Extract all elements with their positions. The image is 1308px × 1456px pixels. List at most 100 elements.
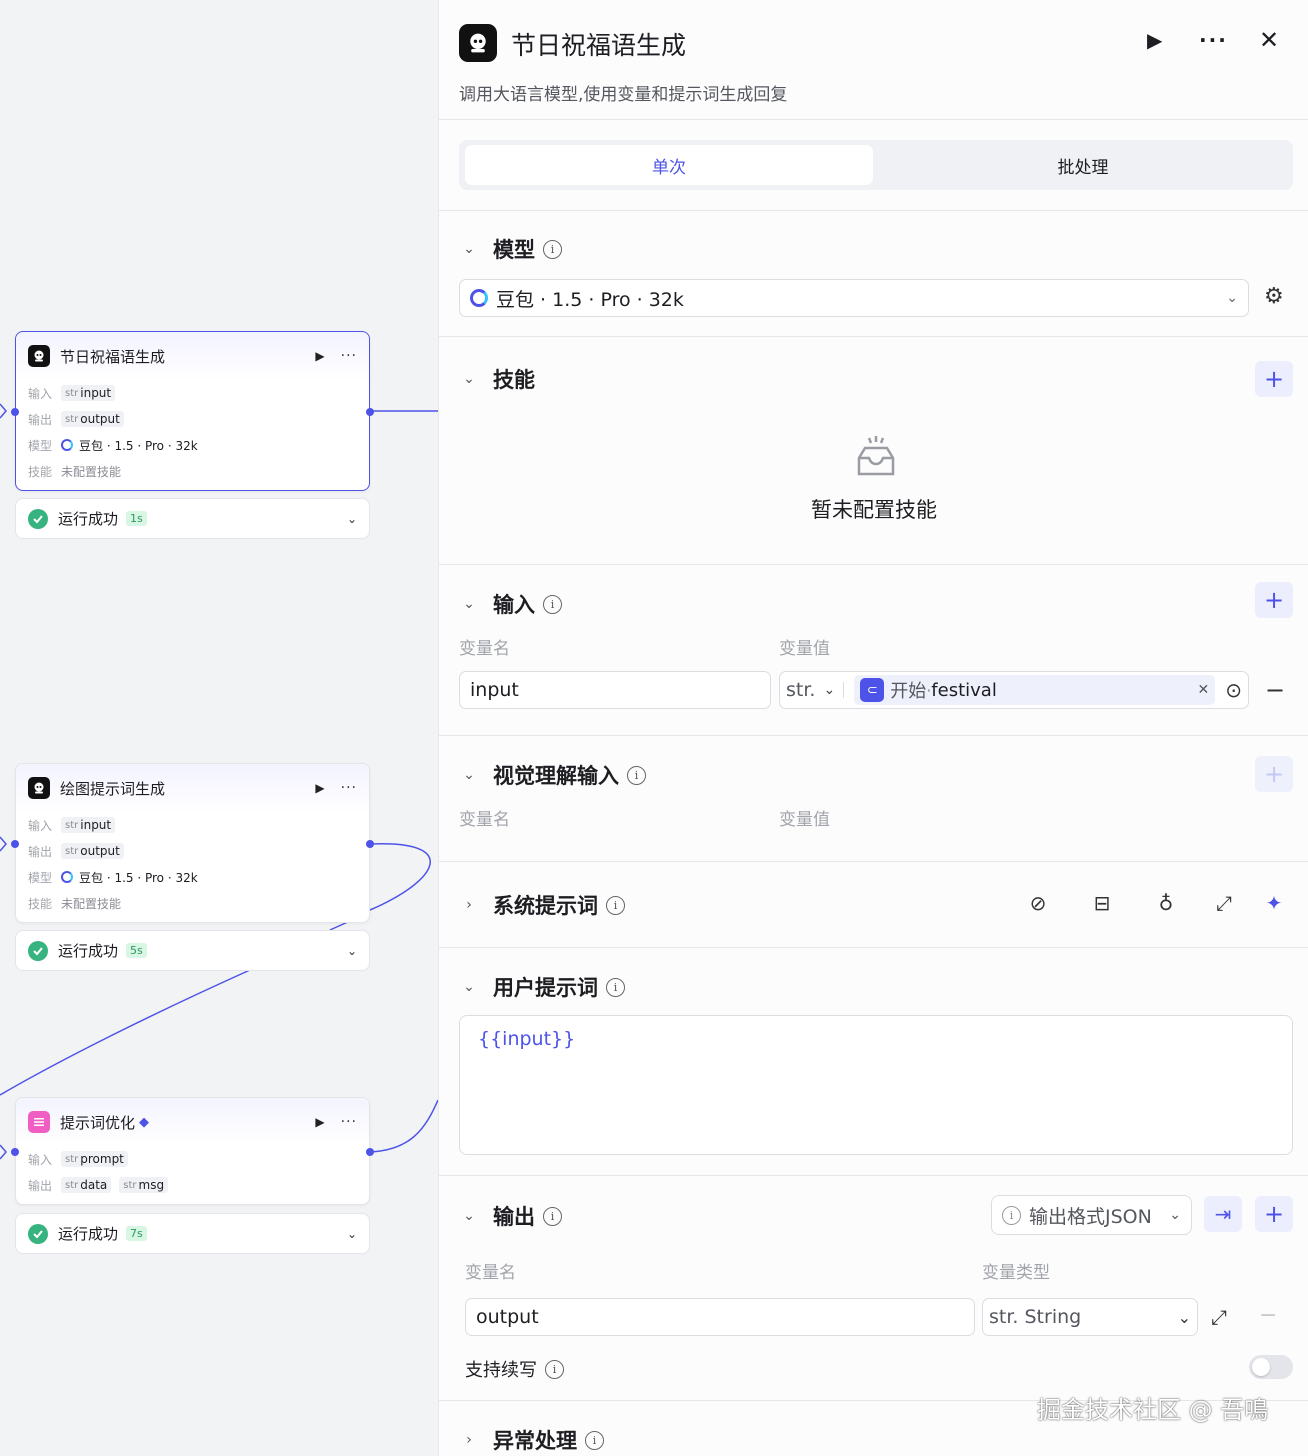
chevron-down-icon[interactable]: ⌄ xyxy=(347,512,357,526)
tab-single[interactable]: 单次 xyxy=(465,145,873,185)
input-port[interactable] xyxy=(11,1148,19,1156)
more-icon[interactable]: ··· xyxy=(1199,28,1228,52)
info-icon[interactable]: i xyxy=(627,765,646,785)
info-icon[interactable]: i xyxy=(606,977,625,997)
info-icon: i xyxy=(1002,1205,1021,1225)
chevron-down-icon[interactable]: ⌄ xyxy=(459,1208,479,1224)
info-icon[interactable]: i xyxy=(543,1206,562,1226)
input-label: 输入 xyxy=(28,1152,53,1167)
add-skill-button[interactable]: + xyxy=(1255,361,1293,397)
expand-icon[interactable]: ⤢ xyxy=(1211,890,1237,916)
node-title: 节日祝福语生成 xyxy=(60,347,166,366)
chevron-right-icon[interactable]: › xyxy=(459,1432,479,1448)
info-icon[interactable]: i xyxy=(543,594,562,614)
output-tag: str output xyxy=(61,411,124,427)
section-output-header[interactable]: ⌄ 输出 i xyxy=(459,1201,562,1231)
output-type-select[interactable]: str. String ⌄ xyxy=(982,1298,1198,1336)
edge-node2-to-node3 xyxy=(0,969,251,1096)
skill-label: 技能 xyxy=(28,896,53,911)
section-vision-header[interactable]: ⌄ 视觉理解输入 i xyxy=(459,760,646,790)
close-icon[interactable]: ✕ xyxy=(1259,26,1279,54)
output-port[interactable] xyxy=(366,1148,374,1156)
panel-description[interactable]: 调用大语言模型,使用变量和提示词生成回复 xyxy=(459,80,787,105)
compass-icon[interactable]: ⊘ xyxy=(1025,890,1051,916)
chevron-down-icon[interactable]: ⌄ xyxy=(459,241,479,257)
info-icon[interactable]: i xyxy=(543,239,562,259)
run-icon[interactable]: ▶ xyxy=(1147,28,1162,52)
chevron-down-icon[interactable]: ⌄ xyxy=(459,979,479,995)
section-input-header[interactable]: ⌄ 输入 i xyxy=(459,589,562,619)
success-check-icon xyxy=(28,1223,48,1244)
bulb-icon[interactable]: ♁ xyxy=(1153,890,1179,916)
run-node-icon[interactable]: ▶ xyxy=(315,1115,324,1129)
more-icon[interactable]: ··· xyxy=(341,780,357,796)
prompt-library-icon[interactable]: ⊟ xyxy=(1089,890,1115,916)
divider xyxy=(439,564,1308,565)
remove-input-icon[interactable]: − xyxy=(1265,676,1285,704)
run-status-bar[interactable]: 运行成功 7s ⌄ xyxy=(15,1213,370,1254)
variable-reference-tag[interactable]: ⊂ 开始 · festival ✕ xyxy=(854,675,1216,705)
add-input-button[interactable]: + xyxy=(1255,582,1293,618)
output-tag: str msg xyxy=(119,1177,169,1193)
model-label: 模型 xyxy=(28,870,53,885)
input-port[interactable] xyxy=(11,840,19,848)
input-port[interactable] xyxy=(11,408,19,416)
section-error-handling-header[interactable]: › 异常处理 i xyxy=(459,1425,604,1455)
section-model-header[interactable]: ⌄ 模型 i xyxy=(459,234,562,264)
import-output-button[interactable]: ⇥ xyxy=(1204,1196,1242,1232)
run-node-icon[interactable]: ▶ xyxy=(315,781,324,795)
input-var-name-field[interactable]: input xyxy=(459,671,771,709)
start-node-icon: ⊂ xyxy=(860,678,885,702)
workflow-canvas[interactable]: 节日祝福语生成 ▶ ··· 输入 str input 输出 str output 模型豆… xyxy=(0,0,438,1456)
output-format-select[interactable]: i 输出格式JSON ⌄ xyxy=(991,1195,1192,1235)
chevron-down-icon: ⌄ xyxy=(1169,1207,1181,1223)
expand-icon[interactable]: ⤢ xyxy=(1211,1305,1227,1329)
chevron-right-icon[interactable]: › xyxy=(459,897,479,913)
section-user-prompt-header[interactable]: ⌄ 用户提示词 i xyxy=(459,972,625,1002)
node-festival-greeting[interactable]: 节日祝福语生成 ▶ ··· 输入 str input 输出 str output 模型 豆… xyxy=(11,331,374,491)
chevron-down-icon[interactable]: ⌄ xyxy=(459,371,479,387)
ai-sparkle-icon[interactable]: ✦ xyxy=(1261,890,1287,916)
node-drawing-prompt[interactable]: 绘图提示词生成 ▶ ··· 输入 str input 输出 str output 模型 豆… xyxy=(11,763,374,923)
add-vision-input-button[interactable]: + xyxy=(1255,756,1293,792)
chevron-down-icon[interactable]: ⌄ xyxy=(459,596,479,612)
input-label: 输入 xyxy=(28,818,53,833)
more-icon[interactable]: ··· xyxy=(341,348,357,364)
output-port[interactable] xyxy=(366,408,374,416)
streaming-toggle[interactable] xyxy=(1249,1355,1293,1379)
run-node-icon[interactable]: ▶ xyxy=(315,349,324,363)
info-icon[interactable]: i xyxy=(585,1430,604,1450)
info-icon[interactable]: i xyxy=(545,1359,564,1379)
divider xyxy=(439,1175,1308,1176)
tab-batch[interactable]: 批处理 xyxy=(879,145,1287,185)
doubao-icon xyxy=(470,289,488,307)
edge-in-3 xyxy=(0,1144,7,1160)
chevron-down-icon[interactable]: ⌄ xyxy=(459,767,479,783)
input-var-value-field[interactable]: str. ⌄ ⊂ 开始 · festival ✕ ⊙ xyxy=(779,671,1249,709)
output-port[interactable] xyxy=(366,840,374,848)
more-icon[interactable]: ··· xyxy=(341,1114,357,1130)
remove-output-icon[interactable]: − xyxy=(1259,1303,1277,1328)
chevron-down-icon[interactable]: ⌄ xyxy=(347,944,357,958)
user-prompt-editor[interactable]: {{input}} xyxy=(459,1015,1293,1155)
section-skills-header[interactable]: ⌄ 技能 xyxy=(459,364,535,394)
clear-icon[interactable]: ✕ xyxy=(1198,682,1210,698)
panel-title[interactable]: 节日祝福语生成 xyxy=(511,26,686,62)
watermark: 掘金技术社区 @ 吾鳴 xyxy=(1037,1396,1269,1424)
type-select[interactable]: str. xyxy=(786,679,815,701)
variable-picker-icon[interactable]: ⊙ xyxy=(1225,678,1242,702)
node-prompt-optimize[interactable]: 提示词优化 ◆ ▶ ··· 输入 str prompt 输出 str data str ms… xyxy=(11,1097,374,1205)
run-status-bar[interactable]: 运行成功 1s ⌄ xyxy=(15,498,370,539)
output-var-name-field[interactable]: output xyxy=(465,1298,975,1336)
info-icon[interactable]: i xyxy=(606,895,625,915)
chevron-down-icon[interactable]: ⌄ xyxy=(823,682,845,698)
model-select[interactable]: 豆包 · 1.5 · Pro · 32k ⌄ xyxy=(459,279,1249,317)
input-tag: str prompt xyxy=(61,1151,128,1167)
chevron-down-icon[interactable]: ⌄ xyxy=(347,1227,357,1241)
add-output-button[interactable]: + xyxy=(1255,1196,1293,1232)
run-status-bar[interactable]: 运行成功 5s ⌄ xyxy=(15,930,370,971)
llm-bot-icon xyxy=(28,777,50,799)
settings-gear-icon[interactable]: ⚙ xyxy=(1264,284,1284,309)
chevron-down-icon: ⌄ xyxy=(1226,290,1238,306)
section-system-prompt-header[interactable]: › 系统提示词 i xyxy=(459,890,625,920)
